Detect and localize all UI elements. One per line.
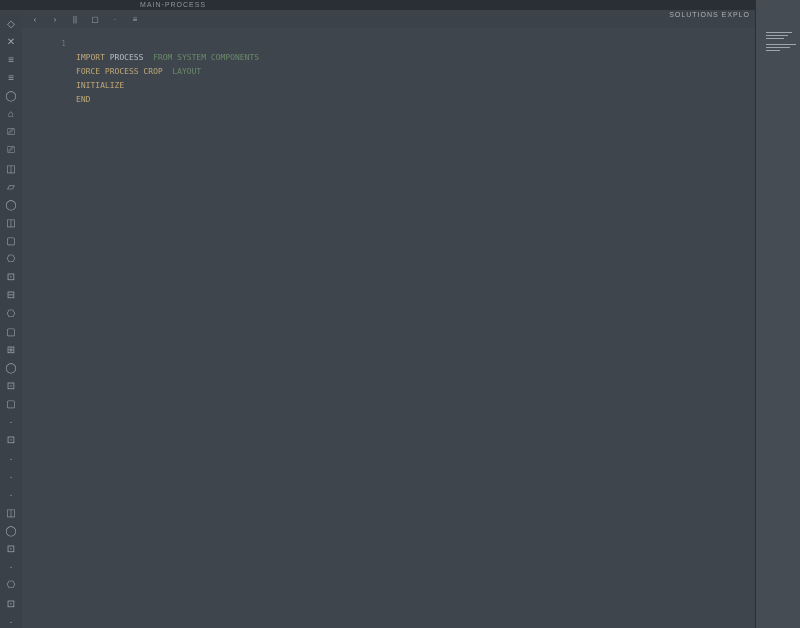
activity-icon-15[interactable]: ⊟ [4, 290, 18, 302]
code-line[interactable]: IMPORT PROCESS FROM SYSTEM COMPONENTS [22, 50, 755, 64]
toolbar-button-2[interactable]: || [70, 14, 80, 24]
activity-icon-18[interactable]: ⊞ [4, 344, 18, 356]
code-text: INITIALIZE [76, 81, 129, 90]
activity-icon-23[interactable]: ⊡ [4, 435, 18, 447]
activity-icon-4[interactable]: ◯ [4, 91, 18, 103]
activity-icon-30[interactable]: · [4, 562, 18, 574]
activity-icon-20[interactable]: ⊡ [4, 381, 18, 393]
activity-icon-21[interactable]: ▢ [4, 399, 18, 411]
activity-icon-28[interactable]: ◯ [4, 526, 18, 538]
activity-icon-6[interactable]: ⎚ [4, 127, 18, 139]
activity-icon-17[interactable]: ▢ [4, 326, 18, 338]
activity-icon-1[interactable]: ✕ [4, 36, 18, 48]
activity-icon-12[interactable]: ▢ [4, 236, 18, 248]
code-line[interactable]: END [22, 92, 755, 106]
activity-icon-24[interactable]: · [4, 453, 18, 465]
activity-bar: ◇ ✕ ≡ ≡ ◯ ⌂ ⎚ ⎚ ◫ ▱ ◯ ◫ ▢ ⎔ ⊡ ⊟ ⎔ ▢ ⊞ ◯ ⊡ ▢ · ⊡ · · · ◫ ◯ ⊡ · ⎔ ⊡ · [0, 10, 22, 628]
activity-icon-16[interactable]: ⎔ [4, 308, 18, 320]
toolbar-button-0[interactable]: ‹ [30, 14, 40, 24]
toolbar-button-5[interactable]: ≡ [130, 14, 140, 24]
toolbar-button-3[interactable]: ▢ [90, 14, 100, 24]
file-name: MAIN-PROCESS [140, 2, 206, 9]
code-editor[interactable]: 1 IMPORT PROCESS FROM SYSTEM COMPONENTS F… [22, 28, 755, 628]
activity-icon-26[interactable]: · [4, 489, 18, 501]
activity-icon-7[interactable]: ⎚ [4, 145, 18, 157]
code-text [76, 39, 81, 48]
activity-icon-14[interactable]: ⊡ [4, 272, 18, 284]
activity-icon-25[interactable]: · [4, 471, 18, 483]
code-line[interactable]: FORCE PROCESS CROP LAYOUT [22, 64, 755, 78]
code-line[interactable]: INITIALIZE [22, 78, 755, 92]
code-text: END [76, 95, 95, 104]
activity-icon-32[interactable]: ⊡ [4, 598, 18, 610]
activity-icon-22[interactable]: · [4, 417, 18, 429]
activity-icon-0[interactable]: ◇ [4, 18, 18, 30]
editor-toolbar: ‹ › || ▢ · ≡ [22, 10, 755, 28]
activity-icon-8[interactable]: ◫ [4, 163, 18, 175]
toolbar-button-4[interactable]: · [110, 14, 120, 24]
line-number: 1 [22, 39, 76, 48]
code-text: FORCE PROCESS CROP LAYOUT [76, 67, 201, 76]
right-panel[interactable] [755, 0, 800, 628]
activity-icon-9[interactable]: ▱ [4, 181, 18, 193]
activity-icon-27[interactable]: ◫ [4, 507, 18, 519]
activity-icon-33[interactable]: · [4, 616, 18, 628]
activity-icon-3[interactable]: ≡ [4, 72, 18, 84]
activity-icon-19[interactable]: ◯ [4, 362, 18, 374]
minimap[interactable] [766, 32, 796, 51]
activity-icon-5[interactable]: ⌂ [4, 109, 18, 121]
activity-icon-29[interactable]: ⊡ [4, 544, 18, 556]
activity-icon-10[interactable]: ◯ [4, 199, 18, 211]
activity-icon-31[interactable]: ⎔ [4, 580, 18, 592]
title-bar: MAIN-PROCESS [0, 0, 800, 10]
activity-icon-2[interactable]: ≡ [4, 54, 18, 66]
activity-icon-13[interactable]: ⎔ [4, 254, 18, 266]
code-line[interactable]: 1 [22, 36, 755, 50]
code-text: IMPORT PROCESS FROM SYSTEM COMPONENTS [76, 53, 259, 62]
toolbar-button-1[interactable]: › [50, 14, 60, 24]
activity-icon-11[interactable]: ◫ [4, 217, 18, 229]
